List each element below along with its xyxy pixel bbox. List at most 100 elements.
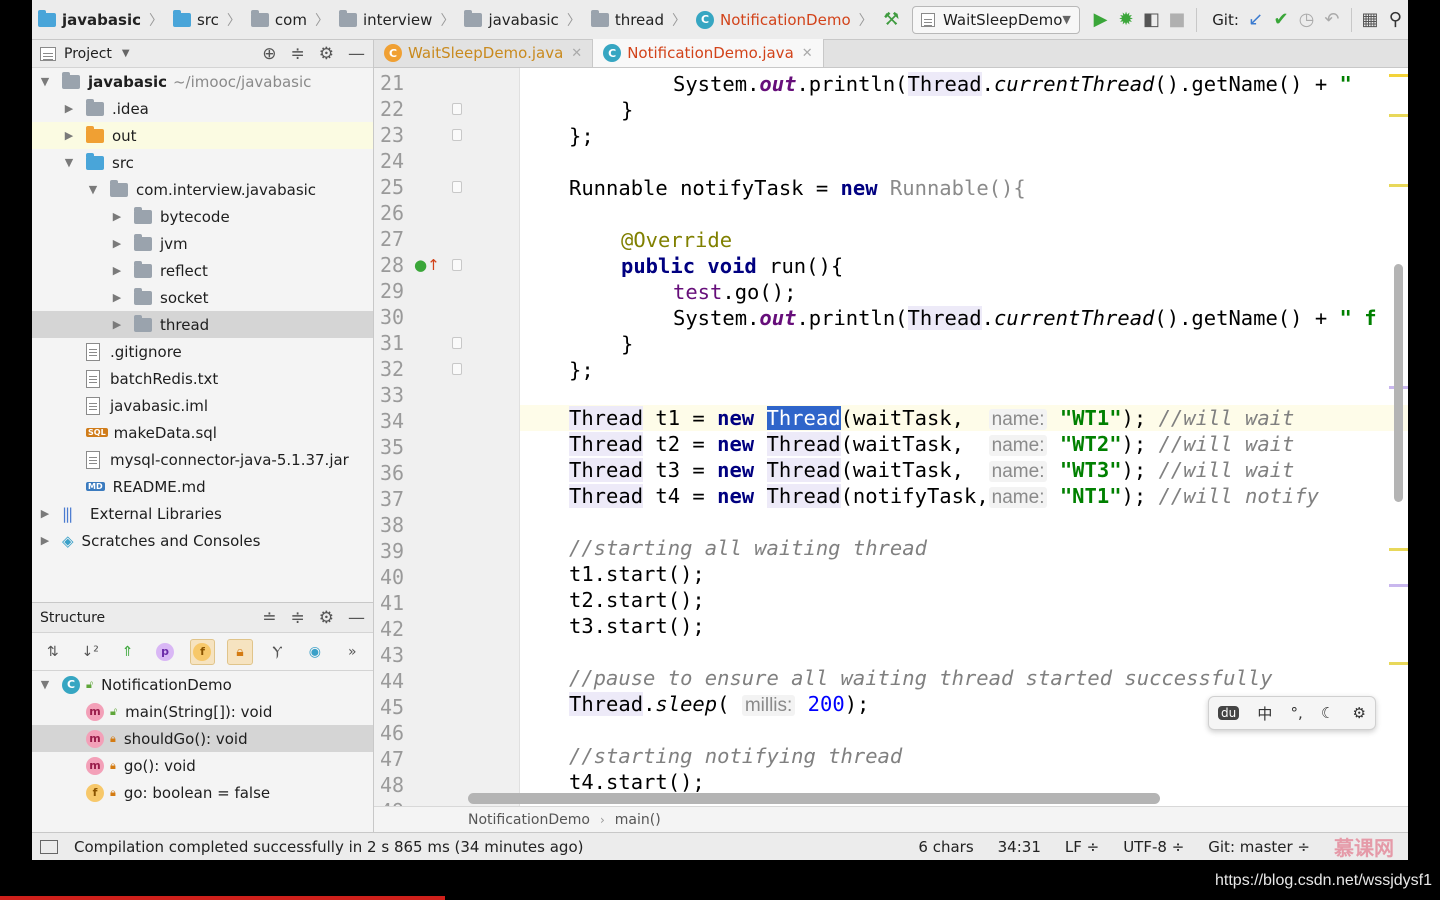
collapsed-arrow-icon[interactable]: ▶: [108, 237, 126, 250]
breadcrumb-thread[interactable]: thread 〉: [587, 0, 692, 39]
project-structure-icon[interactable]: ▦: [1361, 6, 1378, 34]
git-history-icon[interactable]: ◷: [1298, 6, 1315, 34]
close-icon[interactable]: ✕: [571, 46, 582, 61]
horizontal-scrollbar[interactable]: [468, 793, 1160, 804]
fold-marker-icon[interactable]: [452, 337, 462, 349]
ime-logo-icon[interactable]: du: [1218, 706, 1240, 720]
expanded-arrow-icon[interactable]: ▼: [36, 75, 54, 88]
expanded-arrow-icon[interactable]: ▼: [84, 183, 102, 196]
autoscroll-icon[interactable]: ◉: [302, 639, 327, 665]
line-separator-select[interactable]: LF ÷: [1065, 838, 1099, 856]
breadcrumb-src[interactable]: src 〉: [169, 0, 247, 39]
collapse-all-icon[interactable]: ≑: [291, 44, 305, 64]
collapsed-arrow-icon[interactable]: ▶: [108, 291, 126, 304]
more-icon[interactable]: »: [340, 639, 365, 665]
structure-item-shouldgo[interactable]: m 🔒︎ shouldGo(): void: [32, 725, 373, 752]
breadcrumb-notificationdemo[interactable]: C NotificationDemo 〉: [692, 0, 879, 39]
run-icon[interactable]: ▶: [1092, 6, 1109, 34]
collapsed-arrow-icon[interactable]: ▶: [60, 129, 78, 142]
run-configuration-select[interactable]: WaitSleepDemo ▼: [912, 5, 1080, 34]
breadcrumb-com[interactable]: com 〉: [247, 0, 335, 39]
sort-alphabetically-icon[interactable]: ↓²: [77, 639, 102, 665]
fold-marker-icon[interactable]: [452, 103, 462, 115]
fold-marker-icon[interactable]: [452, 129, 462, 141]
structure-item-class[interactable]: ▼ C 🔓︎ NotificationDemo: [32, 671, 373, 698]
ime-punctuation-toggle[interactable]: °,: [1291, 704, 1303, 722]
error-stripe-mark[interactable]: [1389, 584, 1408, 587]
search-icon[interactable]: ⚲: [1387, 6, 1404, 34]
error-stripe-mark[interactable]: [1389, 184, 1408, 187]
hide-panel-icon[interactable]: —: [348, 608, 365, 628]
debug-bug-icon[interactable]: ✹: [1117, 6, 1134, 34]
expand-all-icon[interactable]: ≐: [262, 608, 276, 628]
run-with-coverage-icon[interactable]: ◧: [1143, 6, 1160, 34]
git-commit-icon[interactable]: ✔: [1272, 6, 1289, 34]
override-method-icon[interactable]: ●↑: [414, 256, 440, 274]
tree-item-javabasic[interactable]: ▼ javabasic ~/imooc/javabasic: [32, 68, 373, 95]
breadcrumb-javabasic-package[interactable]: javabasic 〉: [460, 0, 586, 39]
tree-item-mysql-connector-jar[interactable]: mysql-connector-java-5.1.37.jar: [32, 446, 373, 473]
breadcrumb-class[interactable]: NotificationDemo: [468, 812, 590, 828]
structure-item-go-method[interactable]: m 🔒︎ go(): void: [32, 752, 373, 779]
error-stripe-mark[interactable]: [1389, 74, 1408, 77]
show-lambdas-icon[interactable]: Ⲩ: [265, 639, 290, 665]
tree-item-scratches[interactable]: ▶ ◈ Scratches and Consoles: [32, 527, 373, 554]
collapsed-arrow-icon[interactable]: ▶: [108, 210, 126, 223]
git-rollback-icon[interactable]: ↶: [1323, 6, 1340, 34]
show-properties-icon[interactable]: p: [152, 639, 177, 665]
show-fields-icon[interactable]: f: [189, 638, 216, 665]
tree-item-external-libraries[interactable]: ▶ ||| External Libraries: [32, 500, 373, 527]
gear-icon[interactable]: ⚙: [1352, 704, 1365, 722]
tree-item-com-interview-javabasic[interactable]: ▼ com.interview.javabasic: [32, 176, 373, 203]
expanded-arrow-icon[interactable]: ▼: [60, 156, 78, 169]
hide-panel-icon[interactable]: —: [348, 44, 365, 64]
fold-marker-icon[interactable]: [452, 259, 462, 271]
collapsed-arrow-icon[interactable]: ▶: [36, 507, 54, 520]
collapse-all-icon[interactable]: ≑: [291, 608, 305, 628]
fold-marker-icon[interactable]: [452, 363, 462, 375]
close-icon[interactable]: ✕: [802, 46, 813, 61]
ime-language-toggle[interactable]: 中: [1257, 703, 1272, 724]
tree-item-reflect[interactable]: ▶ reflect: [32, 257, 373, 284]
show-inherited-icon[interactable]: ⇑: [115, 639, 140, 665]
tab-notificationdemo[interactable]: C NotificationDemo.java ✕: [593, 39, 824, 67]
git-branch-select[interactable]: Git: master ÷: [1208, 838, 1310, 856]
sort-by-visibility-icon[interactable]: ⇅: [40, 639, 65, 665]
tree-item-bytecode[interactable]: ▶ bytecode: [32, 203, 373, 230]
gear-icon[interactable]: ⚙: [319, 608, 334, 628]
tree-item-batchredis[interactable]: batchRedis.txt: [32, 365, 373, 392]
expanded-arrow-icon[interactable]: ▼: [36, 678, 54, 691]
structure-item-go-field[interactable]: f 🔒︎ go: boolean = false: [32, 779, 373, 806]
toggle-tool-windows-icon[interactable]: [40, 839, 58, 854]
show-non-public-icon[interactable]: 🔒︎: [227, 638, 253, 665]
tree-item-thread[interactable]: ▶ thread: [32, 311, 373, 338]
error-stripe-mark[interactable]: [1389, 548, 1408, 551]
collapsed-arrow-icon[interactable]: ▶: [108, 264, 126, 277]
tree-item-readme[interactable]: MD README.md: [32, 473, 373, 500]
breadcrumb-javabasic[interactable]: javabasic 〉: [32, 0, 169, 39]
breadcrumb-method[interactable]: main(): [615, 812, 661, 828]
status-message[interactable]: Compilation completed successfully in 2 …: [74, 838, 583, 856]
structure-item-main[interactable]: m 🔓︎ main(String[]): void: [32, 698, 373, 725]
tree-item-src[interactable]: ▼ src: [32, 149, 373, 176]
tree-item-socket[interactable]: ▶ socket: [32, 284, 373, 311]
tab-waitsleepdemo[interactable]: C WaitSleepDemo.java ✕: [374, 39, 594, 67]
tree-item-out[interactable]: ▶ out: [32, 122, 373, 149]
vertical-scrollbar[interactable]: [1394, 264, 1403, 502]
tree-item-javabasic-iml[interactable]: javabasic.iml: [32, 392, 373, 419]
tree-item-makedata-sql[interactable]: SQL makeData.sql: [32, 419, 373, 446]
git-update-icon[interactable]: ↙: [1247, 6, 1264, 34]
build-hammer-icon[interactable]: ⚒: [883, 6, 900, 34]
project-view-selector[interactable]: Project ▼: [40, 46, 130, 62]
collapsed-arrow-icon[interactable]: ▶: [36, 534, 54, 547]
gear-icon[interactable]: ⚙: [319, 44, 334, 64]
tree-item-gitignore[interactable]: .gitignore: [32, 338, 373, 365]
error-stripe-mark[interactable]: [1389, 662, 1408, 665]
error-stripe-mark[interactable]: [1389, 114, 1408, 117]
fold-marker-icon[interactable]: [452, 181, 462, 193]
tree-item-idea[interactable]: ▶ .idea: [32, 95, 373, 122]
stop-icon[interactable]: ■: [1168, 6, 1185, 34]
collapsed-arrow-icon[interactable]: ▶: [108, 318, 126, 331]
scroll-from-source-icon[interactable]: ⊕: [262, 44, 276, 64]
encoding-select[interactable]: UTF-8 ÷: [1123, 838, 1184, 856]
